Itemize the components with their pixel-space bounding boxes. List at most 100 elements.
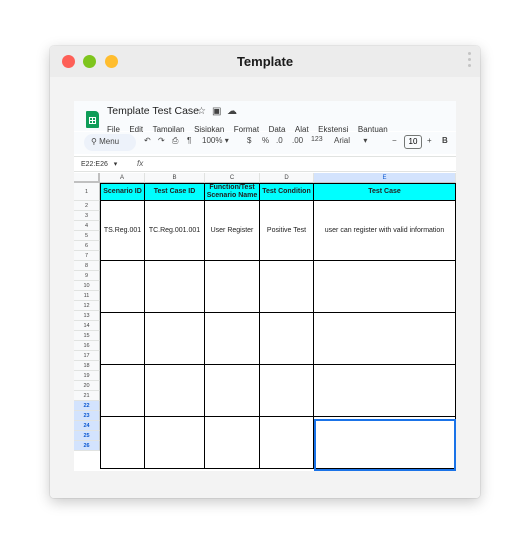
cell-test-case-id[interactable] (145, 313, 205, 365)
cell-test-case-id[interactable] (145, 417, 205, 469)
more-options-icon[interactable] (468, 52, 472, 70)
app-window: Template Template Test Case ☆ ▣ ☁ File E… (50, 46, 480, 498)
sheets-logo-icon[interactable] (86, 111, 99, 128)
row-header[interactable]: 7 (74, 251, 100, 261)
row-header[interactable]: 19 (74, 371, 100, 381)
name-box[interactable]: E22:E26 ▾ (81, 160, 117, 168)
row-header[interactable]: 5 (74, 231, 100, 241)
header-cell-scenario-name[interactable]: Function/Test Scenario Name (205, 183, 260, 201)
select-all-corner[interactable] (74, 173, 100, 183)
percent-button[interactable]: % (262, 136, 269, 145)
cell-test-condition[interactable] (260, 417, 314, 469)
row-header[interactable]: 2 (74, 201, 100, 211)
bold-button[interactable]: B (442, 136, 448, 145)
print-icon[interactable]: ⎙ (172, 136, 178, 146)
cell-scenario-id[interactable] (100, 261, 145, 313)
cell-test-condition[interactable] (260, 313, 314, 365)
cell-test-case[interactable]: user can register with valid information (314, 201, 456, 261)
cell-scenario-id[interactable] (100, 417, 145, 469)
menu-search-button[interactable]: ⚲ Menu (84, 134, 136, 151)
row-header[interactable]: 21 (74, 391, 100, 401)
cell-scenario-name[interactable] (205, 417, 260, 469)
sheet-grid: Scenario ID Test Case ID Function/Test Sce… (100, 183, 456, 471)
cell-test-case[interactable] (314, 261, 456, 313)
cell-test-case[interactable] (314, 313, 456, 365)
column-header-e[interactable]: E (314, 173, 456, 183)
redo-icon[interactable]: ↷ (158, 136, 165, 145)
menu-bar: File Edit Tampilan Sisipkan Format Data … (107, 119, 393, 134)
sheets-header: Template Test Case ☆ ▣ ☁ File Edit Tampi… (74, 101, 456, 134)
row-header[interactable]: 8 (74, 261, 100, 271)
window-title: Template (236, 54, 294, 69)
row-header[interactable]: 13 (74, 311, 100, 321)
zoom-value: 100% (202, 136, 223, 145)
header-cell-test-case[interactable]: Test Case (314, 183, 456, 201)
title-bar: Template (50, 46, 480, 77)
row-header[interactable]: 4 (74, 221, 100, 231)
header-cell-test-case-id[interactable]: Test Case ID (145, 183, 205, 201)
font-value: Arial (334, 136, 351, 145)
menu-search-label: Menu (99, 137, 120, 146)
cell-test-case-id[interactable]: TC.Reg.001.001 (145, 201, 205, 261)
font-select[interactable]: Arial ▾ (334, 136, 367, 145)
search-icon: ⚲ (91, 137, 97, 146)
row-header[interactable]: 18 (74, 361, 100, 371)
row-header[interactable]: 3 (74, 211, 100, 221)
name-box-value: E22:E26 (81, 161, 108, 168)
cell-test-case-id[interactable] (145, 365, 205, 417)
row-header[interactable]: 15 (74, 331, 100, 341)
toolbar: ⚲ Menu ↶ ↷ ⎙ ¶ 100% ▾ $ % .0 .00 123 Ari… (74, 132, 456, 154)
row-header[interactable]: 1 (74, 183, 100, 201)
font-size-increase-button[interactable]: + (427, 136, 432, 145)
document-title[interactable]: Template Test Case (107, 105, 199, 117)
cell-scenario-id[interactable]: TS.Reg.001 (100, 201, 145, 261)
cell-test-condition[interactable] (260, 365, 314, 417)
row-header[interactable]: 25 (74, 431, 100, 441)
cell-test-case-id[interactable] (145, 261, 205, 313)
row-header[interactable]: 10 (74, 281, 100, 291)
row-header[interactable]: 14 (74, 321, 100, 331)
cell-scenario-id[interactable] (100, 365, 145, 417)
row-header[interactable]: 26 (74, 441, 100, 451)
row-header[interactable]: 11 (74, 291, 100, 301)
header-cell-scenario-id[interactable]: Scenario ID (100, 183, 145, 201)
cloud-status-icon[interactable]: ☁ (227, 106, 237, 117)
cell-scenario-name[interactable]: User Register (205, 201, 260, 261)
cell-scenario-name[interactable] (205, 313, 260, 365)
formula-bar: E22:E26 ▾ fx (74, 156, 456, 172)
column-header-c[interactable]: C (205, 173, 260, 183)
cell-test-case[interactable] (314, 365, 456, 417)
star-icon[interactable]: ☆ (197, 106, 206, 117)
row-header[interactable]: 17 (74, 351, 100, 361)
column-header-b[interactable]: B (145, 173, 205, 183)
undo-icon[interactable]: ↶ (144, 136, 151, 145)
increase-decimal-button[interactable]: .00 (292, 136, 303, 145)
column-header-a[interactable]: A (100, 173, 145, 183)
fx-icon: fx (137, 159, 144, 168)
row-header[interactable]: 20 (74, 381, 100, 391)
decrease-decimal-button[interactable]: .0 (276, 136, 283, 145)
zoom-select[interactable]: 100% ▾ (202, 136, 229, 145)
row-header[interactable]: 16 (74, 341, 100, 351)
cell-scenario-name[interactable] (205, 365, 260, 417)
cell-scenario-name[interactable] (205, 261, 260, 313)
move-folder-icon[interactable]: ▣ (212, 106, 221, 117)
paint-format-icon[interactable]: ¶ (187, 136, 191, 145)
selection-range[interactable] (314, 419, 456, 471)
row-header[interactable]: 6 (74, 241, 100, 251)
column-header-d[interactable]: D (260, 173, 314, 183)
row-header[interactable]: 22 (74, 401, 100, 411)
row-header[interactable]: 24 (74, 421, 100, 431)
currency-button[interactable]: $ (247, 136, 251, 145)
row-header[interactable]: 23 (74, 411, 100, 421)
font-size-decrease-button[interactable]: − (392, 136, 397, 145)
number-format-button[interactable]: 123 (311, 136, 323, 143)
row-header[interactable]: 12 (74, 301, 100, 311)
font-size-input[interactable]: 10 (404, 135, 422, 149)
cell-scenario-id[interactable] (100, 313, 145, 365)
window-content: Template Test Case ☆ ▣ ☁ File Edit Tampi… (50, 77, 480, 498)
cell-test-condition[interactable] (260, 261, 314, 313)
cell-test-condition[interactable]: Positive Test (260, 201, 314, 261)
header-cell-test-condition[interactable]: Test Condition (260, 183, 314, 201)
row-header[interactable]: 9 (74, 271, 100, 281)
